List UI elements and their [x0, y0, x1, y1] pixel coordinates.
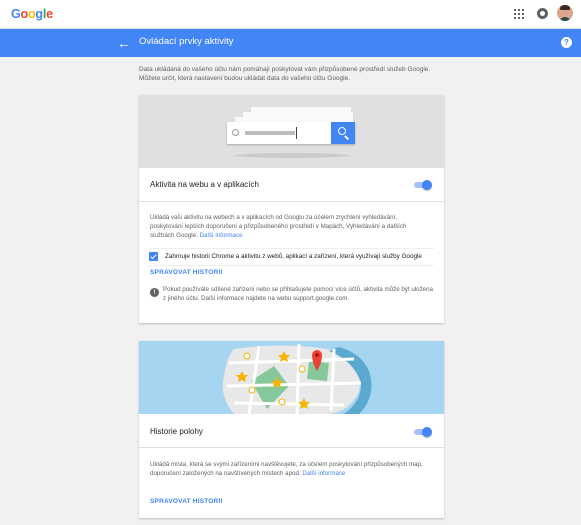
web-activity-title: Aktivita na webu a v aplikacích	[150, 180, 259, 189]
chrome-history-option: Zahrnuje historii Chrome a aktivitu z we…	[149, 251, 434, 263]
history-clock-icon	[232, 129, 239, 136]
info-icon: !	[150, 288, 159, 297]
location-history-more-info-link[interactable]: Další informace	[302, 470, 345, 477]
location-history-description: Ukládá místa, která se svými zařízeními …	[150, 461, 423, 477]
map-svg	[139, 341, 444, 414]
search-icon	[331, 122, 355, 144]
location-history-title: Historie polohy	[150, 427, 203, 436]
help-icon[interactable]: ?	[561, 37, 572, 48]
shared-device-notice: Pokud používáte sdílené zařízení nebo se…	[163, 286, 433, 302]
top-bar: Google	[0, 0, 581, 29]
chrome-history-checkbox[interactable]	[149, 252, 158, 261]
app-bar: ← Ovládací prvky aktivity ?	[0, 29, 581, 57]
avatar[interactable]	[557, 5, 573, 21]
location-history-card: Historie polohy Ukládá místa, která se s…	[139, 341, 444, 518]
web-activity-description: Ukládá vaši aktivitu na webech a v aplik…	[150, 214, 407, 239]
location-history-manage-history-button[interactable]: SPRAVOVAT HISTORII	[150, 498, 222, 505]
web-activity-manage-history-button[interactable]: SPRAVOVAT HISTORII	[150, 269, 222, 276]
web-activity-more-info-link[interactable]: Další informace	[200, 232, 243, 239]
search-illustration	[139, 95, 444, 168]
web-activity-card: Aktivita na webu a v aplikacích Ukládá v…	[139, 95, 444, 323]
web-activity-toggle[interactable]	[414, 180, 432, 190]
apps-grid-icon[interactable]	[514, 9, 524, 19]
illustration-search-box	[227, 122, 355, 144]
chrome-history-label: Zahrnuje historii Chrome a aktivitu z we…	[165, 253, 422, 260]
page-title: Ovládací prvky aktivity	[139, 36, 234, 47]
notifications-icon[interactable]	[537, 8, 548, 19]
location-history-toggle[interactable]	[414, 427, 432, 437]
intro-text: Data ukládaná do vašeho účtu nám pomáhaj…	[139, 66, 431, 82]
google-logo[interactable]: Google	[11, 7, 53, 21]
map-illustration	[139, 341, 444, 414]
arrow-back-icon[interactable]: ←	[117, 34, 131, 52]
